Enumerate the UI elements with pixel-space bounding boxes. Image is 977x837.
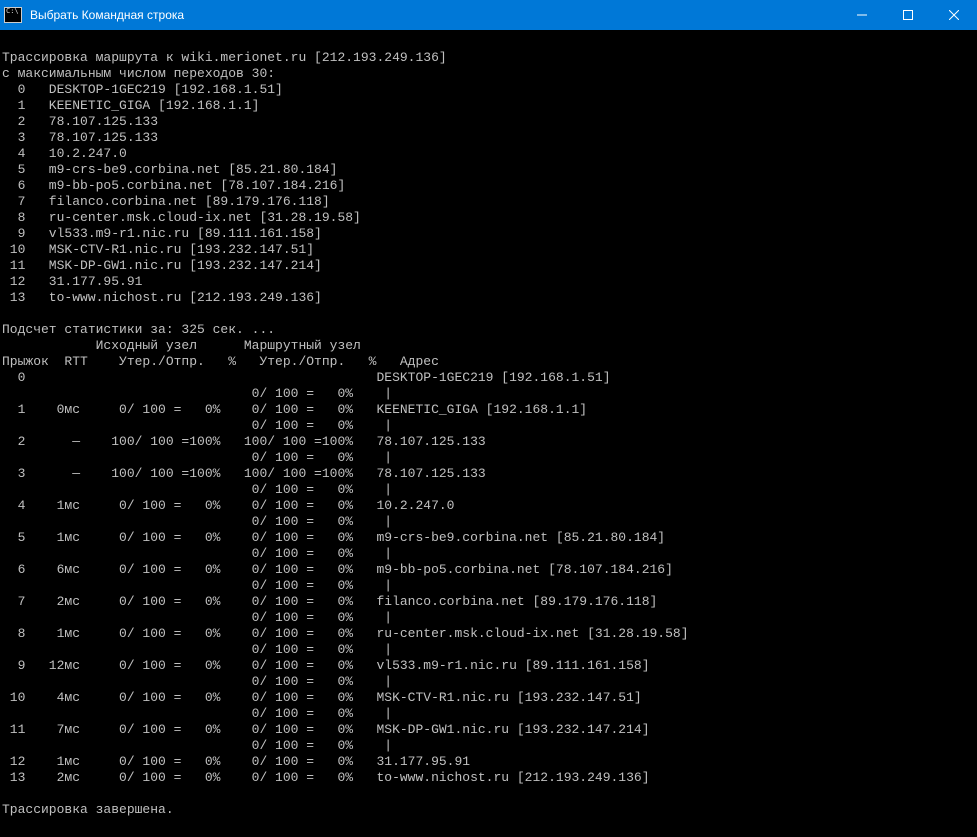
close-button[interactable]	[931, 0, 977, 30]
cmd-window: Выбрать Командная строка Трассировка мар…	[0, 0, 977, 837]
minimize-button[interactable]	[839, 0, 885, 30]
terminal-output[interactable]: Трассировка маршрута к wiki.merionet.ru …	[0, 30, 977, 837]
titlebar: Выбрать Командная строка	[0, 0, 977, 30]
window-controls	[839, 0, 977, 30]
cmd-icon	[0, 7, 26, 23]
window-title: Выбрать Командная строка	[26, 8, 839, 22]
maximize-button[interactable]	[885, 0, 931, 30]
